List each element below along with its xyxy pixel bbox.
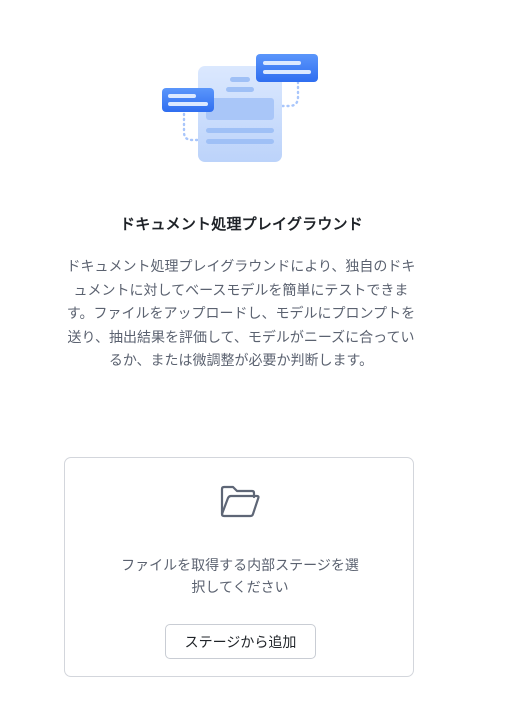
page-title: ドキュメント処理プレイグラウンド: [120, 215, 363, 233]
document-playground-page: ドキュメント処理プレイグラウンド ドキュメント処理プレイグラウンドにより、独自の…: [0, 0, 525, 719]
folder-open-icon: [220, 485, 260, 518]
page-description: ドキュメント処理プレイグラウンドにより、独自のドキュメントに対してベースモデルを…: [66, 259, 416, 369]
document-chat-illustration: [162, 54, 318, 162]
stage-selection-message: ファイルを取得する内部ステージを選択してください: [121, 558, 359, 596]
stage-selection-card: ファイルを取得する内部ステージを選択してください ステージから追加: [64, 457, 414, 677]
add-from-stage-button[interactable]: ステージから追加: [165, 624, 316, 659]
